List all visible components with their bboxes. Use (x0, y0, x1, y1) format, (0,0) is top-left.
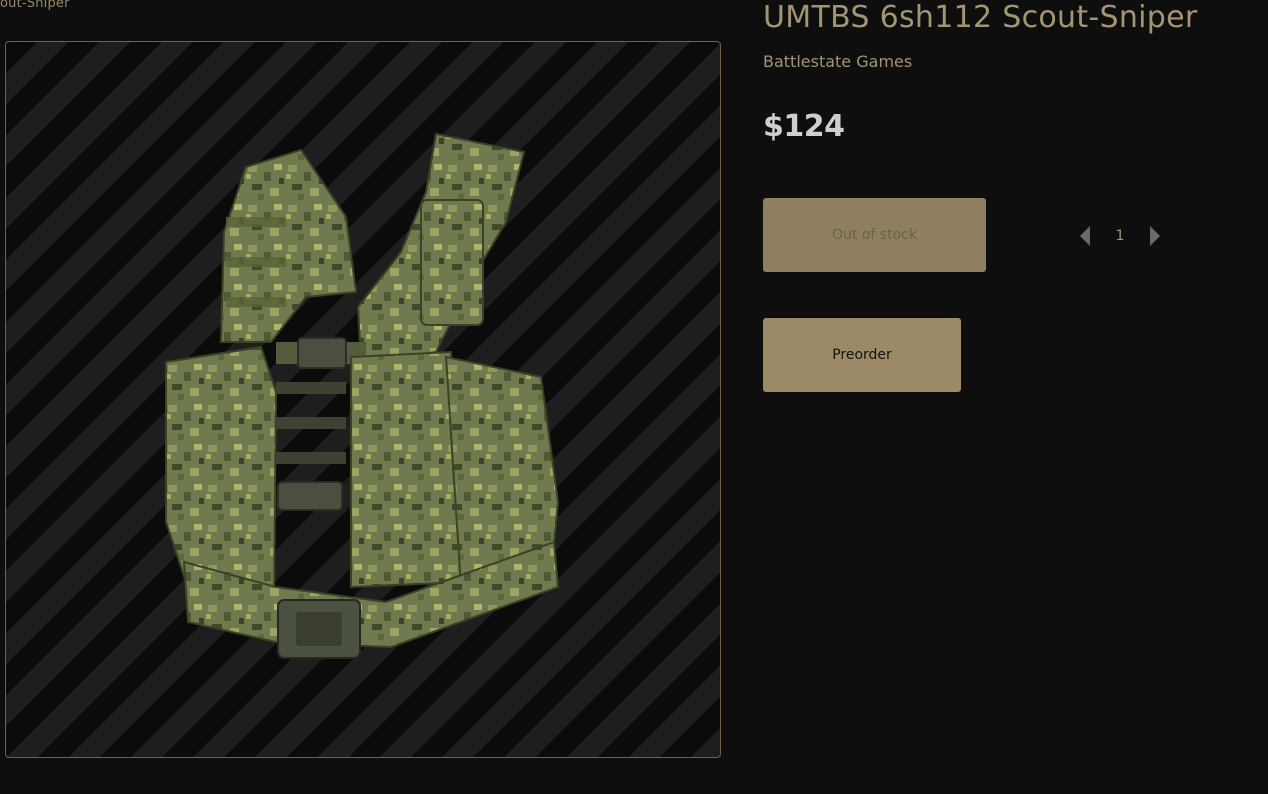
breadcrumb[interactable]: out-Sniper (0, 0, 70, 11)
product-image (165, 132, 560, 659)
quantity-decrement-button[interactable] (1078, 222, 1092, 250)
product-brand[interactable]: Battlestate Games (763, 51, 912, 73)
quantity-increment-button[interactable] (1148, 222, 1162, 250)
out-of-stock-button[interactable]: Out of stock (763, 198, 986, 272)
quantity-stepper: 1 (1078, 222, 1162, 250)
product-price: $124 (763, 109, 845, 144)
product-page: out-Sniper UMTBS 6sh112 Scout-Sniper Bat… (0, 0, 1268, 794)
product-image-frame (5, 41, 721, 758)
triangle-right-icon (1150, 226, 1160, 246)
preorder-button[interactable]: Preorder (763, 318, 961, 392)
product-title: UMTBS 6sh112 Scout-Sniper (763, 0, 1198, 35)
quantity-value: 1 (1115, 228, 1125, 244)
triangle-left-icon (1080, 226, 1090, 246)
